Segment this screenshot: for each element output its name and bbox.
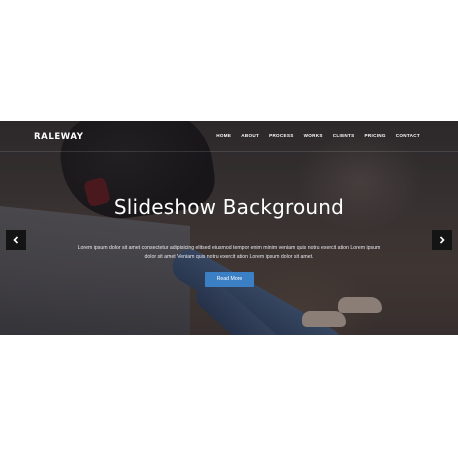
nav-item-home[interactable]: HOME [216,133,231,138]
hero-title: Slideshow Background [113,195,345,219]
nav-item-process[interactable]: PROCESS [269,133,294,138]
brand-logo[interactable]: RALEWAY [34,132,83,142]
hero-slideshow: RALEWAY HOME ABOUT PROCESS WORKS CLIENTS… [0,121,458,335]
hero-description: Lorem ipsum dolor sit amet consectetur a… [77,245,381,260]
chevron-right-icon [439,236,445,244]
nav-item-clients[interactable]: CLIENTS [333,133,355,138]
nav-item-about[interactable]: ABOUT [241,133,259,138]
slide-prev-button[interactable] [6,230,26,250]
hero-dark-overlay [0,121,458,335]
nav-item-pricing[interactable]: PRICING [365,133,386,138]
read-more-button[interactable]: Read More [205,272,254,287]
nav-menu: HOME ABOUT PROCESS WORKS CLIENTS PRICING… [216,133,420,138]
nav-item-contact[interactable]: CONTACT [396,133,420,138]
nav-item-works[interactable]: WORKS [304,133,323,138]
navbar: RALEWAY HOME ABOUT PROCESS WORKS CLIENTS… [0,121,458,152]
slide-next-button[interactable] [432,230,452,250]
chevron-left-icon [13,236,19,244]
